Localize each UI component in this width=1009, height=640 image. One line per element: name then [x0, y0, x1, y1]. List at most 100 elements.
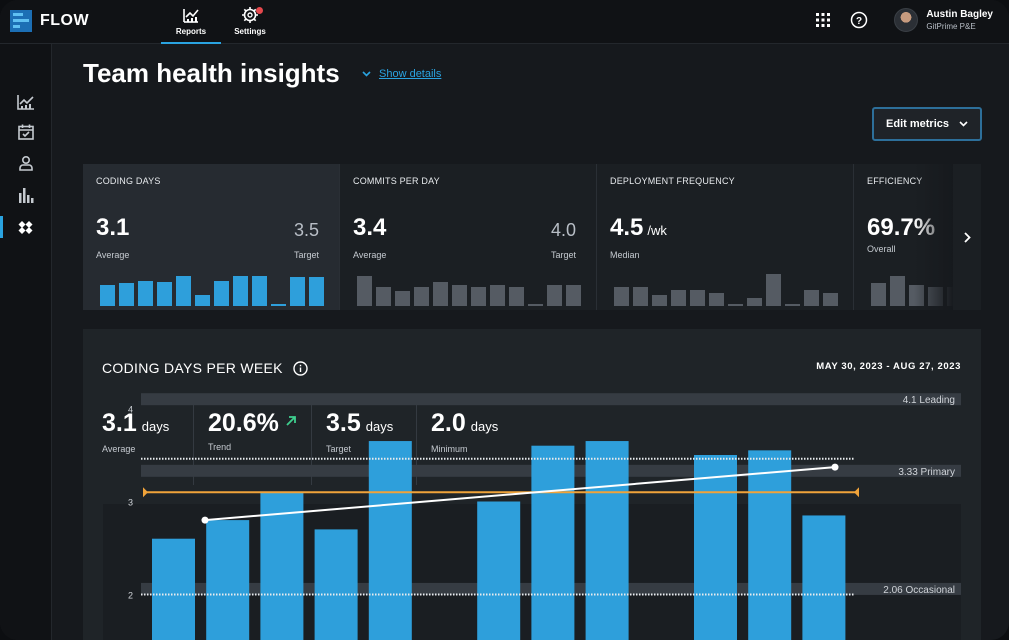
- sparkline-bar: [871, 283, 886, 306]
- sidebar: [0, 44, 52, 640]
- card-target-label: Target: [550, 250, 576, 260]
- metric-card-coding-days[interactable]: CODING DAYS 3.1 Average 3.5 Target: [83, 164, 340, 310]
- cards-next-button[interactable]: [953, 164, 981, 310]
- card-value-label: Overall: [867, 244, 896, 254]
- show-details-link[interactable]: Show details: [362, 68, 441, 80]
- top-right-controls: ? Austin Bagley GitPrime P&E: [816, 8, 993, 32]
- overflow-fade: [914, 164, 954, 310]
- sparkline-bar: [633, 287, 648, 306]
- app-name: FLOW: [40, 12, 90, 29]
- sparkline: [357, 268, 581, 306]
- chart-bar: [152, 538, 195, 640]
- flow-logo-icon: [10, 10, 32, 32]
- bar-chart-icon: [19, 188, 34, 203]
- sparkline-bar: [890, 276, 905, 306]
- target-line-marker: [143, 487, 148, 498]
- chart-bar: [206, 520, 250, 640]
- benchmark-label: 2.06 Occasional: [883, 585, 955, 596]
- card-value: 3.4: [353, 214, 387, 241]
- calendar-check-icon: [18, 124, 34, 140]
- sparkline-bar: [309, 277, 324, 306]
- reports-chart-icon: [183, 9, 199, 23]
- metric-card-efficiency[interactable]: EFFICIENCY 69.7% Overall: [854, 164, 954, 310]
- sidebar-item-calendar[interactable]: [0, 119, 52, 145]
- show-details-label: Show details: [379, 68, 442, 80]
- card-title: COMMITS PER DAY: [353, 176, 440, 186]
- logo[interactable]: FLOW: [10, 10, 89, 32]
- sparkline-bar: [804, 290, 819, 306]
- edit-metrics-label: Edit metrics: [886, 118, 949, 130]
- sparkline-bar: [195, 295, 210, 306]
- sparkline-bar: [271, 304, 286, 306]
- metric-card-deployment-frequency[interactable]: DEPLOYMENT FREQUENCY 4.5/wk Median: [597, 164, 854, 310]
- sparkline-bar: [528, 304, 543, 306]
- notification-dot: [256, 7, 263, 14]
- sparkline-bar: [785, 304, 800, 306]
- y-tick-label: 2: [128, 591, 133, 601]
- sparkline-bar: [119, 283, 134, 306]
- sparkline-bar: [100, 285, 115, 306]
- sparkline-bar: [357, 276, 372, 306]
- sparkline-bar: [728, 304, 743, 306]
- sidebar-item-reports[interactable]: [0, 182, 52, 208]
- sparkline-bar: [252, 276, 267, 306]
- sparkline-bar: [766, 274, 781, 306]
- metric-cards: CODING DAYS 3.1 Average 3.5 Target COMMI…: [83, 164, 981, 310]
- tab-reports-label: Reports: [175, 27, 207, 36]
- sparkline-bar: [290, 277, 305, 306]
- edit-metrics-button[interactable]: Edit metrics: [872, 107, 982, 141]
- diamonds-icon: [18, 221, 33, 234]
- user-name: Austin Bagley: [926, 9, 993, 20]
- card-target-value: 3.5: [293, 220, 319, 240]
- line-chart-icon: [17, 95, 34, 110]
- sparkline-bar: [471, 287, 486, 306]
- target-line-marker: [854, 487, 859, 498]
- sparkline-bar: [176, 276, 191, 306]
- card-target-value: 4.0: [550, 220, 576, 240]
- sparkline-bar: [747, 298, 762, 306]
- user-menu[interactable]: Austin Bagley GitPrime P&E: [894, 8, 993, 32]
- sidebar-item-people[interactable]: [0, 150, 52, 176]
- sparkline-bar: [690, 290, 705, 306]
- benchmark-band: [141, 393, 961, 406]
- app-window: FLOW Reports Settings ? Austin Bagley Gi…: [0, 0, 1009, 640]
- tab-reports[interactable]: Reports: [161, 4, 221, 44]
- sidebar-item-trends[interactable]: [0, 89, 52, 115]
- sparkline-bar: [547, 285, 562, 306]
- sparkline-bar: [709, 293, 724, 306]
- apps-grid-icon[interactable]: [816, 13, 831, 27]
- y-tick-label: 3: [128, 498, 133, 508]
- card-unit: /wk: [647, 223, 667, 238]
- chart-bar: [748, 450, 792, 640]
- avatar: [894, 8, 919, 32]
- sparkline-bar: [652, 295, 667, 306]
- benchmark-label: 3.33 Primary: [898, 467, 955, 478]
- card-target-label: Target: [293, 250, 319, 260]
- card-value: 3.1: [96, 214, 130, 241]
- sparkline-bar: [823, 293, 838, 306]
- sparkline-bar: [433, 282, 448, 306]
- sparkline-bar: [157, 282, 172, 306]
- sparkline-bar: [452, 285, 467, 306]
- chart-bar: [477, 501, 521, 640]
- help-icon[interactable]: ?: [850, 11, 868, 29]
- chart-bar: [694, 455, 737, 640]
- sparkline-bar: [376, 287, 391, 306]
- y-tick-label: 4: [128, 405, 133, 415]
- chart-bar: [531, 445, 575, 640]
- sidebar-item-insights[interactable]: [0, 214, 52, 240]
- sparkline-bar: [395, 291, 410, 306]
- chart-bar: [802, 515, 846, 640]
- coding-days-panel: CODING DAYS PER WEEK MAY 30, 2023 - AUG …: [83, 329, 981, 640]
- page-title: Team health insights: [83, 58, 340, 88]
- sparkline-bar: [509, 287, 524, 306]
- sparkline-bar: [671, 290, 686, 306]
- tab-settings[interactable]: Settings: [220, 4, 280, 44]
- chart-bar: [314, 529, 358, 640]
- sparkline-bar: [490, 285, 505, 306]
- sparkline-bar: [233, 276, 248, 306]
- metric-card-commits-per-day[interactable]: COMMITS PER DAY 3.4 Average 4.0 Target: [340, 164, 597, 310]
- card-value-label: Average: [353, 250, 387, 260]
- svg-text:?: ?: [856, 16, 862, 27]
- chart-bar: [368, 441, 412, 640]
